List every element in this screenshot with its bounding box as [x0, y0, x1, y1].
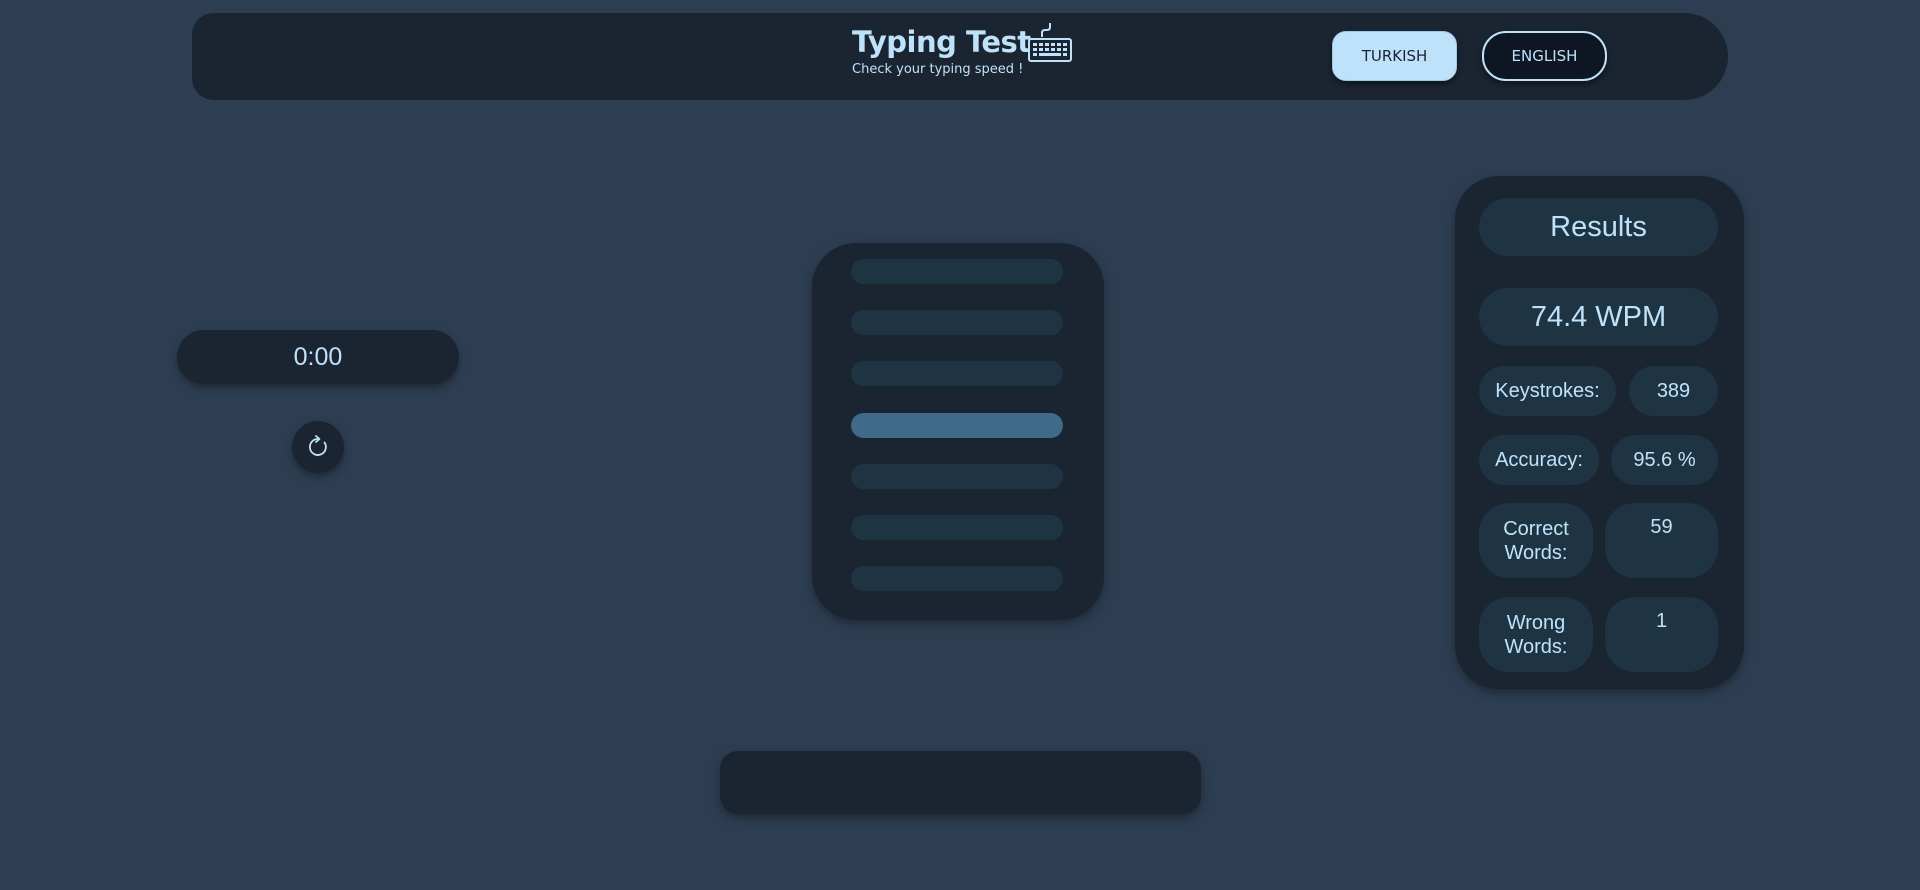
accuracy-label: Accuracy:	[1479, 435, 1599, 485]
wpm-value: 74.4 WPM	[1479, 288, 1718, 346]
refresh-icon	[309, 435, 327, 456]
keystrokes-value: 389	[1629, 366, 1718, 416]
turkish-language-button[interactable]: TURKISH	[1332, 31, 1457, 81]
english-language-button[interactable]: ENGLISH	[1482, 31, 1607, 81]
correct-words-label-line1: Correct	[1503, 517, 1569, 540]
wrong-words-label-line1: Wrong	[1506, 611, 1566, 634]
correct-words-label: Correct Words:	[1479, 503, 1593, 578]
keyboard-icon	[1028, 23, 1072, 62]
word-line	[851, 515, 1063, 540]
app-subtitle: Check your typing speed !	[852, 62, 1024, 77]
word-list-panel	[812, 243, 1104, 620]
word-line	[851, 310, 1063, 335]
timer-display: 0:00	[177, 330, 459, 384]
word-line	[851, 361, 1063, 386]
word-line	[851, 259, 1063, 284]
app-title: Typing Test	[852, 25, 1031, 59]
results-title: Results	[1479, 198, 1718, 256]
results-panel: Results 74.4 WPM Keystrokes: 389 Accurac…	[1455, 176, 1744, 689]
word-line	[851, 566, 1063, 591]
typing-input[interactable]	[720, 751, 1201, 814]
keystrokes-label: Keystrokes:	[1479, 366, 1616, 416]
word-line	[851, 464, 1063, 489]
wrong-words-value: 1	[1605, 597, 1718, 672]
brand-logo: Typing Test Check your typing speed !	[852, 22, 1082, 82]
wrong-words-label-line2: Words:	[1504, 635, 1568, 658]
word-line-active	[851, 413, 1063, 438]
correct-words-value: 59	[1605, 503, 1718, 578]
correct-words-label-line2: Words:	[1504, 541, 1568, 564]
wrong-words-label: Wrong Words:	[1479, 597, 1593, 672]
reset-button[interactable]	[292, 421, 344, 473]
accuracy-value: 95.6 %	[1611, 435, 1718, 485]
